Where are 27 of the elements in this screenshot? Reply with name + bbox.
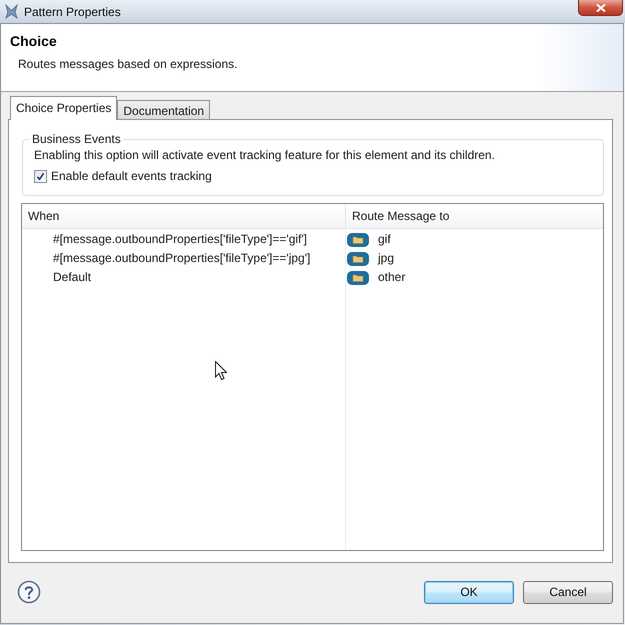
column-header[interactable]: Route Message to bbox=[346, 204, 603, 228]
checkbox[interactable] bbox=[34, 170, 47, 183]
ok-button[interactable]: OK bbox=[424, 580, 514, 604]
column-header[interactable]: When bbox=[22, 204, 346, 228]
tab[interactable]: Documentation bbox=[117, 100, 210, 119]
table-cell-text: #[message.outboundProperties['fileType']=='gif'] bbox=[52, 231, 308, 248]
group-description: Enabling this option will activate event tracking feature for this element and its children. bbox=[34, 148, 496, 163]
close-button[interactable] bbox=[578, 0, 623, 16]
window-title: Pattern Properties bbox=[24, 4, 121, 18]
page-description: Routes messages based on expressions. bbox=[17, 57, 238, 72]
table-cell-text: jpg bbox=[378, 250, 394, 267]
page-title: Choice bbox=[10, 33, 58, 50]
help-icon[interactable] bbox=[17, 580, 41, 604]
app-icon bbox=[5, 4, 18, 19]
cancel-button[interactable]: Cancel bbox=[523, 580, 613, 604]
folder-icon[interactable] bbox=[347, 232, 369, 246]
checkbox-label: Enable default events tracking bbox=[51, 169, 212, 184]
folder-icon[interactable] bbox=[347, 252, 369, 266]
table-cell-text: Default bbox=[52, 269, 92, 286]
table-cell-text: #[message.outboundProperties['fileType']=='jpg'] bbox=[52, 250, 312, 267]
group-title: Business Events bbox=[31, 132, 122, 146]
tab[interactable]: Choice Properties bbox=[10, 96, 118, 120]
table-cell-text: gif bbox=[378, 231, 391, 248]
close-icon bbox=[596, 4, 606, 12]
table-cell-text: other bbox=[378, 269, 406, 286]
mouse-pointer-icon bbox=[215, 361, 227, 380]
folder-icon[interactable] bbox=[347, 270, 369, 284]
